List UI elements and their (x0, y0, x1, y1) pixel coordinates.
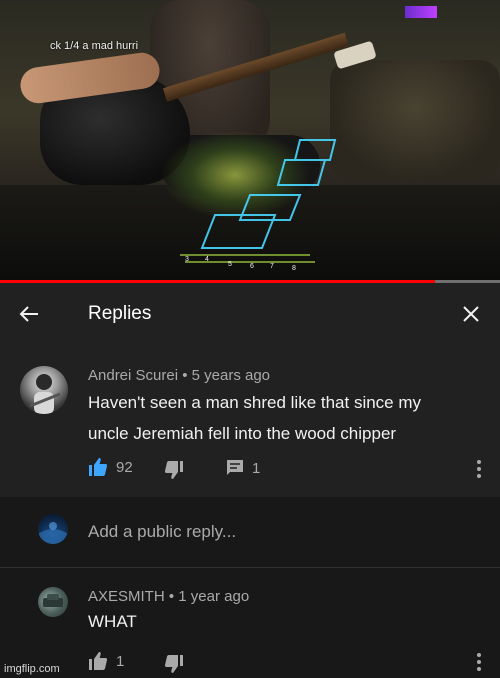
svg-text:5: 5 (228, 261, 232, 268)
arrow-left-icon[interactable] (18, 303, 40, 325)
comment-author[interactable]: Andrei Scurei (88, 367, 178, 384)
avatar[interactable] (38, 587, 68, 617)
like-count: 1 (116, 652, 125, 670)
svg-text:3: 3 (185, 256, 189, 263)
comment-time[interactable]: 5 years ago (192, 367, 270, 384)
comment-meta: AXESMITH • 1 year ago (88, 588, 249, 605)
add-reply-row[interactable]: Add a public reply... (0, 497, 500, 567)
comment-author[interactable]: AXESMITH (88, 588, 165, 605)
avatar[interactable] (20, 366, 68, 414)
close-icon[interactable] (460, 303, 482, 325)
comment-icon (227, 460, 243, 475)
watermark: imgflip.com (4, 663, 60, 675)
comment-text-line: Haven't seen a man shred like that since… (88, 393, 422, 412)
more-vert-icon[interactable] (476, 652, 482, 672)
comment-text-line: uncle Jeremiah fell into the wood chippe… (88, 424, 397, 443)
comment-text: Haven't seen a man shred like that since… (88, 387, 478, 449)
avatar (38, 514, 68, 544)
video-player[interactable]: 3 4 5 6 7 8 ck 1/4 a mad hurri (0, 0, 500, 283)
thumbs-down-icon (164, 461, 183, 479)
video-hud-meter (405, 6, 437, 18)
reply-comment: AXESMITH • 1 year ago WHAT 1 (0, 568, 500, 678)
replies-title: Replies (88, 303, 152, 324)
dislike-button[interactable] (164, 654, 184, 674)
like-button[interactable]: 1 (88, 651, 124, 671)
svg-text:7: 7 (270, 263, 274, 270)
svg-text:6: 6 (250, 263, 254, 270)
thumbs-up-icon (89, 652, 108, 670)
reply-count-button[interactable]: 1 (226, 459, 260, 477)
main-comment: Andrei Scurei • 5 years ago Haven't seen… (0, 346, 500, 497)
like-count: 92 (116, 458, 133, 476)
comment-time[interactable]: 1 year ago (178, 588, 249, 605)
add-reply-input[interactable]: Add a public reply... (88, 522, 236, 542)
comment-meta: Andrei Scurei • 5 years ago (88, 367, 270, 384)
svg-text:8: 8 (292, 265, 296, 272)
like-button[interactable]: 92 (88, 457, 133, 477)
thumbs-up-icon (89, 458, 108, 476)
meta-separator: • (168, 588, 179, 605)
reply-count: 1 (252, 459, 261, 477)
comment-text: WHAT (88, 612, 137, 631)
thumbs-down-icon (164, 655, 183, 673)
video-hud-text: ck 1/4 a mad hurri (50, 40, 139, 52)
svg-text:4: 4 (205, 256, 209, 263)
replies-header: Replies (0, 283, 500, 346)
meta-separator: • (182, 367, 192, 384)
more-vert-icon[interactable] (476, 459, 482, 479)
dislike-button[interactable] (164, 460, 184, 480)
